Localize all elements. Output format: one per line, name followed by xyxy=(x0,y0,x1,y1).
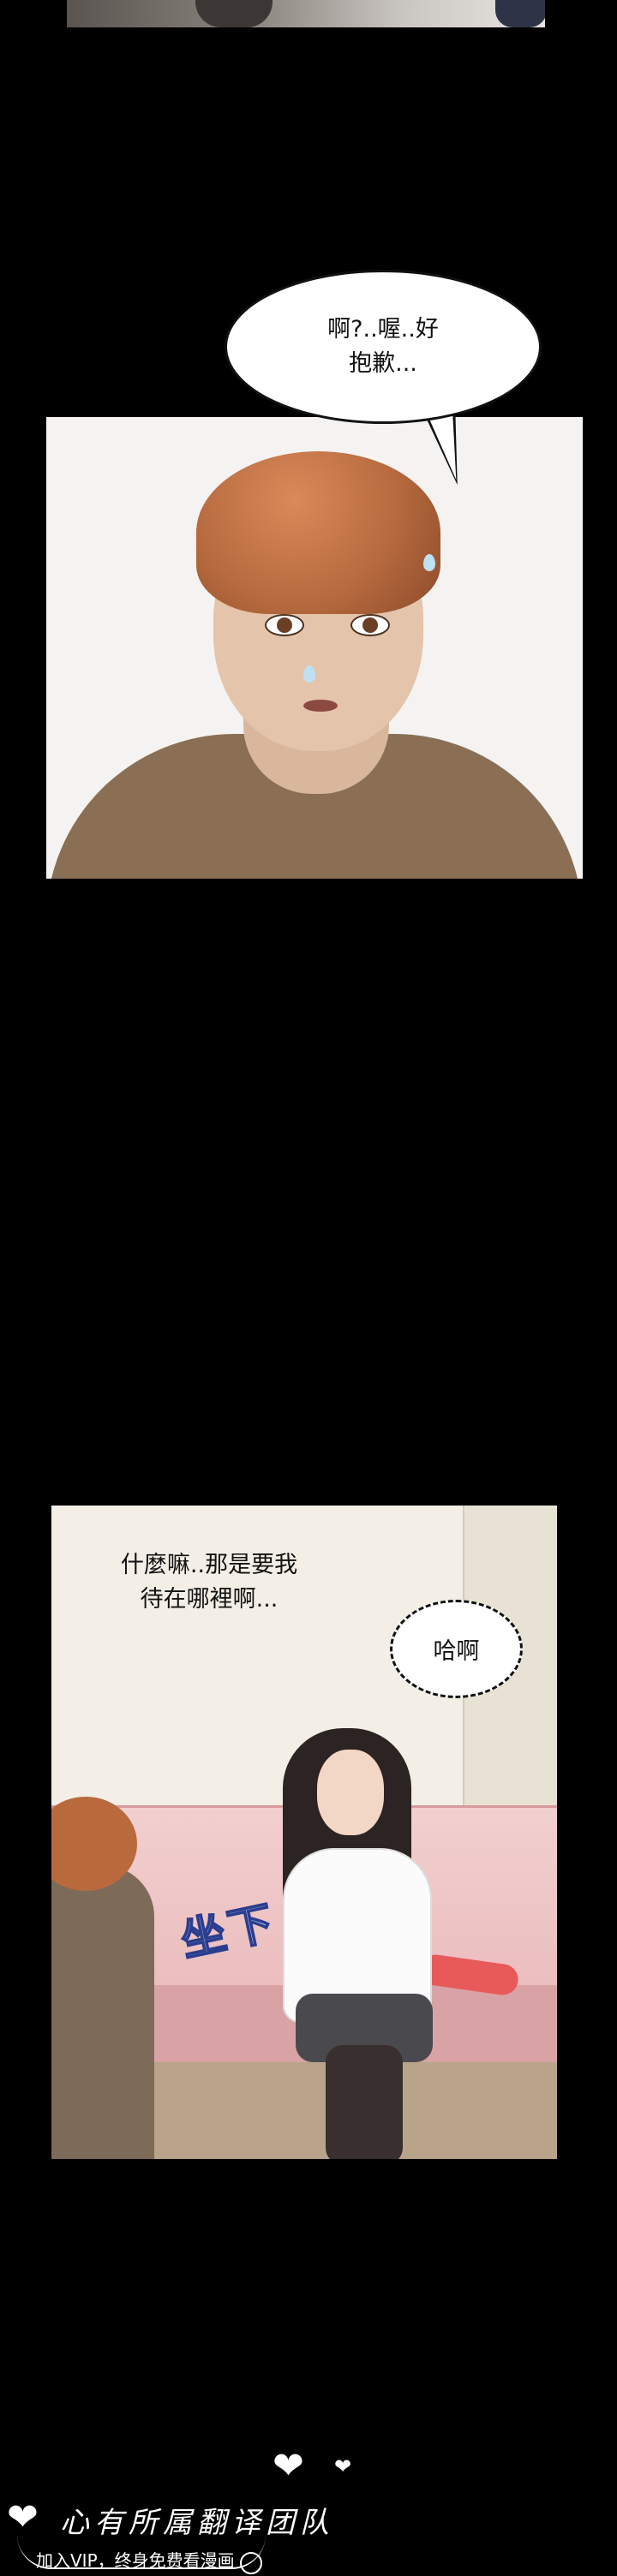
mouth xyxy=(303,700,338,712)
top-panel-remnant xyxy=(67,0,545,27)
tagline: 加入VIP，终身免费看漫画 xyxy=(36,2550,235,2571)
figure-silhouette xyxy=(495,0,545,27)
figure-silhouette xyxy=(195,0,273,27)
heart-icon: ❤ xyxy=(334,2454,352,2478)
panel-bedroom: 什麼嘛..那是要我 待在哪裡啊... 哈啊 坐下 xyxy=(51,1506,557,2159)
man-body xyxy=(51,1865,154,2159)
sweat-drop xyxy=(423,554,435,571)
heart-icon: ❤ xyxy=(7,2496,39,2539)
caption-line: 待在哪裡啊... xyxy=(140,1586,279,1613)
woman-face xyxy=(317,1750,384,1835)
caption-line: 什麼嘛..那是要我 xyxy=(120,1552,298,1578)
woman-legs xyxy=(326,2045,403,2159)
bubble-line: 啊?..喔..好 xyxy=(327,316,439,343)
heart-icon: ❤ xyxy=(273,2444,304,2488)
hair xyxy=(196,451,440,614)
panel-face-closeup xyxy=(46,417,583,879)
bubble-text: 哈啊 xyxy=(433,1638,480,1665)
left-eye xyxy=(265,614,304,636)
panel-caption: 什麼嘛..那是要我 待在哪裡啊... xyxy=(81,1548,338,1617)
bubble-line: 抱歉... xyxy=(349,350,417,377)
speech-bubble-apology: 啊?..喔..好 抱歉... xyxy=(225,270,542,424)
comic-strip: 啊?..喔..好 抱歉... 什麼嘛..那是要我 待在哪裡啊... 哈啊 坐下 … xyxy=(0,0,617,2576)
right-eye xyxy=(350,614,390,636)
watermark-footer: ❤ ❤ ❤ 心有所属翻译团队 加入VIP，终身免费看漫画 xyxy=(0,2444,617,2576)
speech-bubble-sigh: 哈啊 xyxy=(390,1600,523,1698)
sweat-drop xyxy=(303,665,315,683)
decorative-circle xyxy=(240,2552,262,2574)
brand-name: 心有所属翻译团队 xyxy=(60,2506,334,2540)
